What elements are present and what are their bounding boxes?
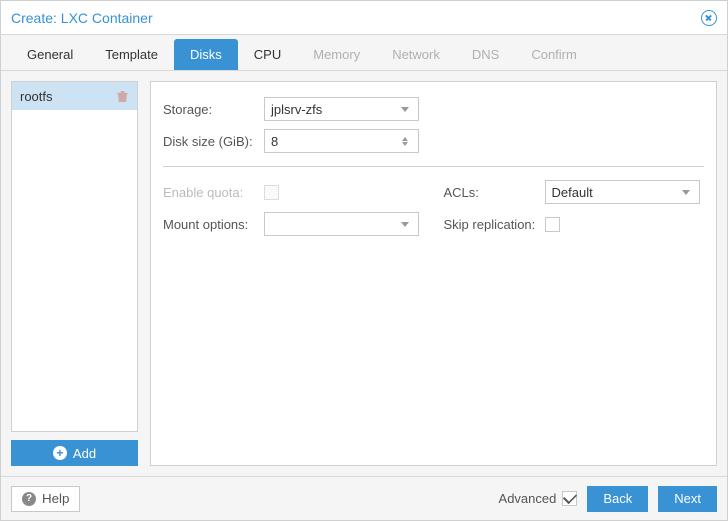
add-label: Add — [73, 446, 96, 461]
help-button[interactable]: ? Help — [11, 486, 80, 512]
chevron-down-icon — [679, 190, 693, 195]
tabbar: General Template Disks CPU Memory Networ… — [1, 35, 727, 71]
next-button[interactable]: Next — [658, 486, 717, 512]
disksize-value: 8 — [271, 134, 398, 149]
tab-memory: Memory — [297, 39, 376, 70]
help-icon: ? — [22, 492, 36, 506]
close-icon[interactable] — [701, 10, 717, 26]
disk-sidebar: rootfs + Add — [11, 81, 138, 466]
disk-item-label: rootfs — [20, 89, 53, 104]
chevron-down-icon — [398, 222, 412, 227]
storage-label: Storage: — [163, 102, 258, 117]
row-quota-acls: Enable quota: ACLs: Default — [163, 177, 704, 207]
disk-item-rootfs[interactable]: rootfs — [12, 82, 137, 110]
row-disksize: Disk size (GiB): 8 — [163, 126, 704, 156]
tab-disks[interactable]: Disks — [174, 39, 238, 70]
advanced-toggle[interactable]: Advanced — [499, 491, 578, 506]
spinner-icon[interactable] — [398, 137, 412, 146]
storage-value: jplsrv-zfs — [271, 102, 398, 117]
acls-value: Default — [552, 185, 679, 200]
tab-dns: DNS — [456, 39, 515, 70]
footer: ? Help Advanced Back Next — [1, 476, 727, 520]
back-button[interactable]: Back — [587, 486, 648, 512]
mountoptions-select[interactable] — [264, 212, 419, 236]
add-disk-button[interactable]: + Add — [11, 440, 138, 466]
storage-select[interactable]: jplsrv-zfs — [264, 97, 419, 121]
tab-network: Network — [376, 39, 456, 70]
row-storage: Storage: jplsrv-zfs — [163, 94, 704, 124]
plus-icon: + — [53, 446, 67, 460]
skipreplication-checkbox[interactable] — [545, 217, 560, 232]
body: rootfs + Add Storage: jplsrv-z — [1, 71, 727, 476]
trash-icon[interactable] — [117, 90, 129, 103]
disk-form: Storage: jplsrv-zfs Disk size (GiB): 8 — [150, 81, 717, 466]
chevron-down-icon — [398, 107, 412, 112]
help-label: Help — [42, 491, 69, 506]
advanced-checkbox[interactable] — [562, 491, 577, 506]
enablequota-checkbox — [264, 185, 279, 200]
tab-template[interactable]: Template — [89, 39, 174, 70]
tab-cpu[interactable]: CPU — [238, 39, 297, 70]
disksize-input[interactable]: 8 — [264, 129, 419, 153]
disksize-label: Disk size (GiB): — [163, 134, 258, 149]
row-mount-skip: Mount options: Skip replication: — [163, 209, 704, 239]
acls-label: ACLs: — [444, 185, 539, 200]
acls-select[interactable]: Default — [545, 180, 700, 204]
enablequota-label: Enable quota: — [163, 185, 258, 200]
window-title: Create: LXC Container — [11, 10, 701, 26]
advanced-label: Advanced — [499, 491, 557, 506]
divider — [163, 166, 704, 167]
tab-general[interactable]: General — [11, 39, 89, 70]
dialog-window: Create: LXC Container General Template D… — [0, 0, 728, 521]
skipreplication-label: Skip replication: — [444, 217, 539, 232]
mountoptions-label: Mount options: — [163, 217, 258, 232]
titlebar: Create: LXC Container — [1, 1, 727, 35]
disk-list: rootfs — [11, 81, 138, 432]
tab-confirm: Confirm — [515, 39, 593, 70]
